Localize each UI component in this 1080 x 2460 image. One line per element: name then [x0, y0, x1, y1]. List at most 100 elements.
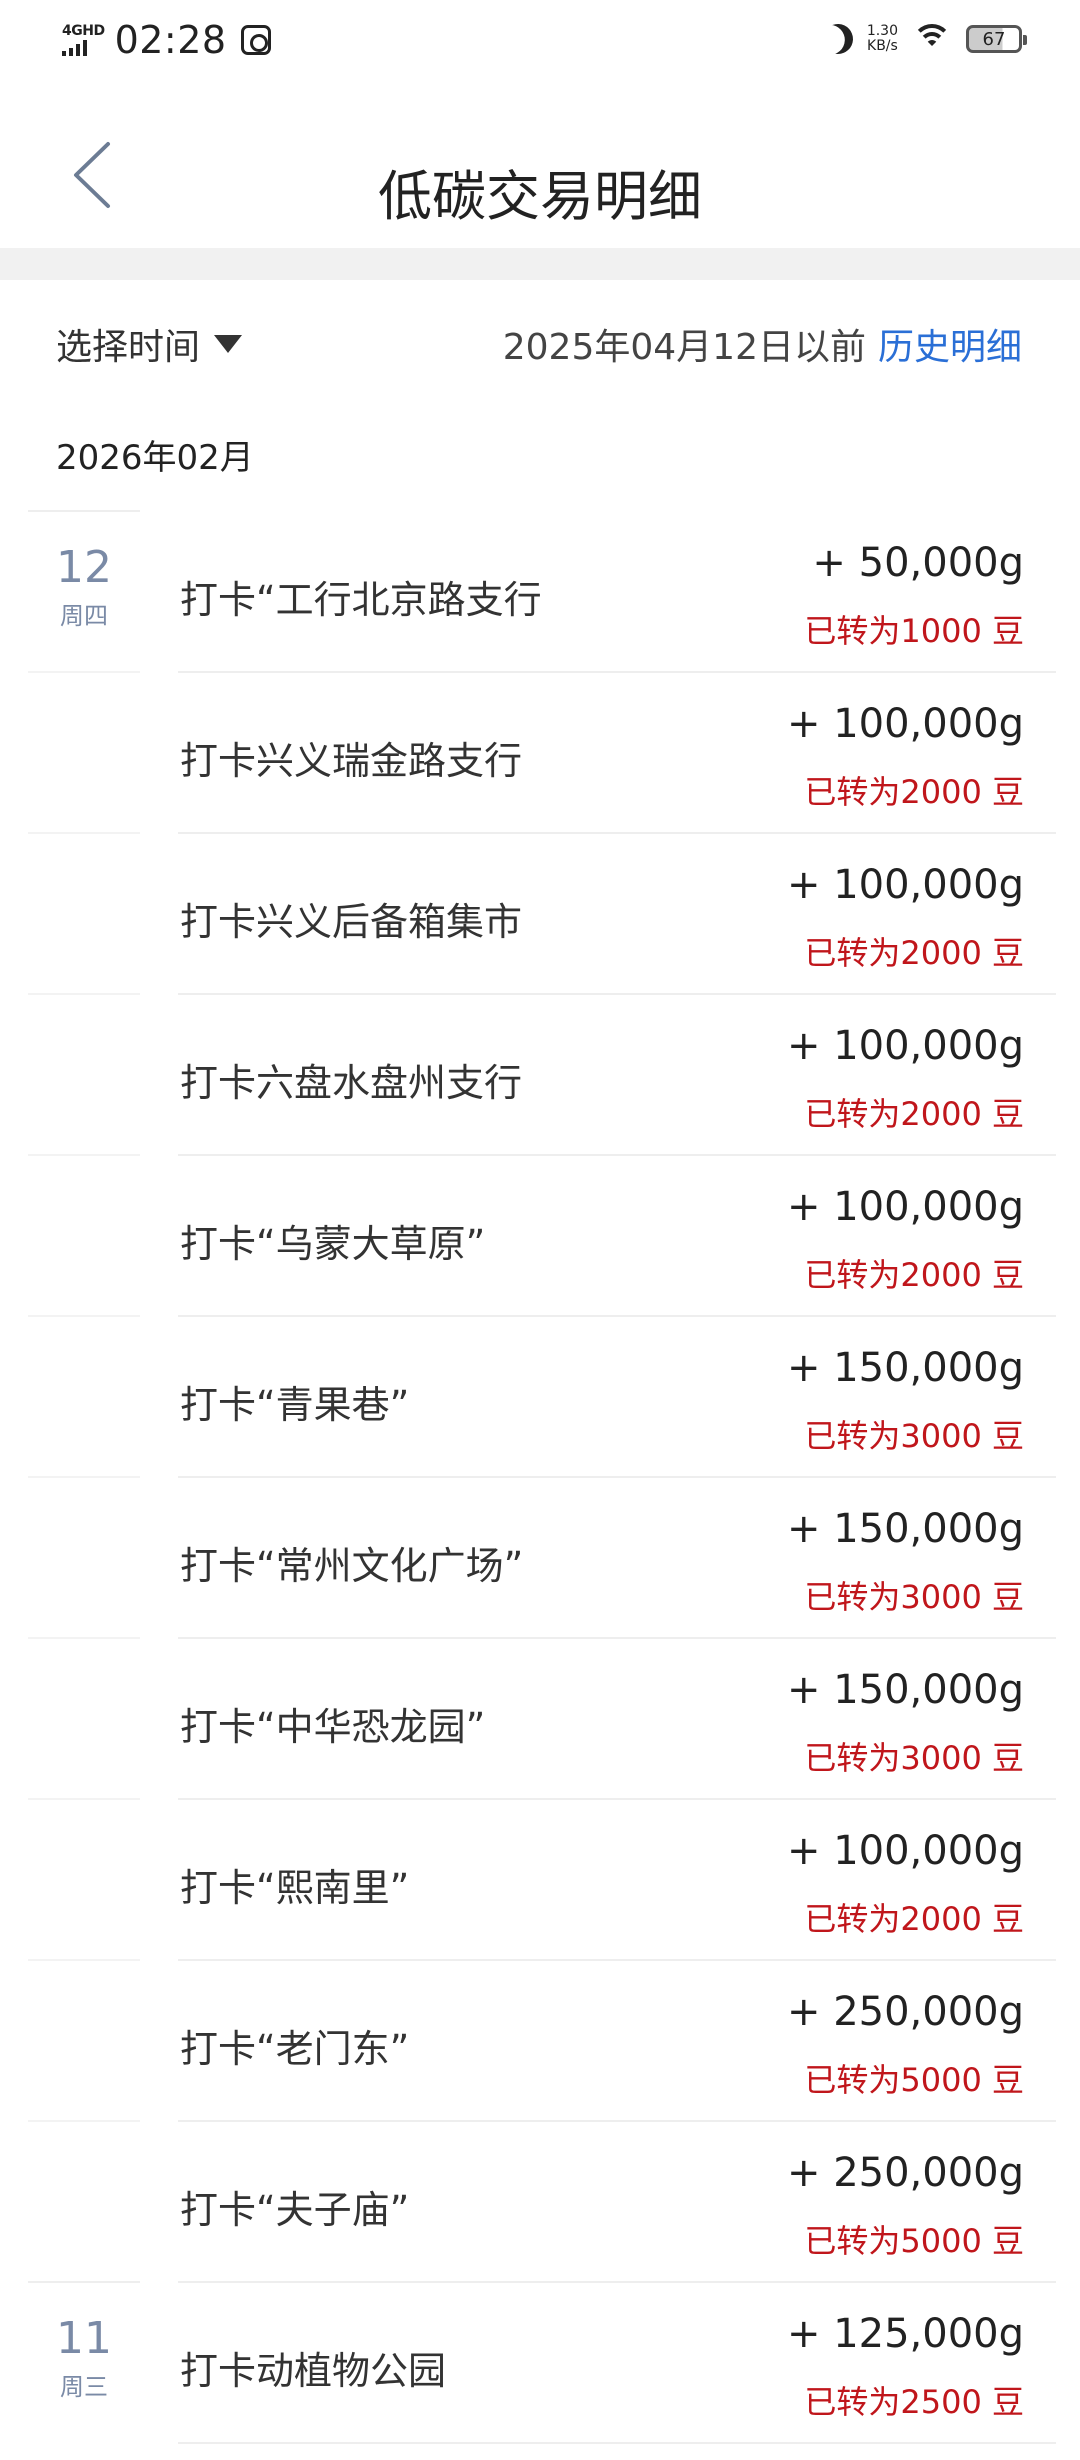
record-amount: + 250,000g [786, 2150, 1024, 2196]
record-converted: 已转为2000 豆 [804, 934, 1024, 972]
record-content: 打卡动植物公园 + 125,000g 已转为2500 豆 [178, 2281, 1056, 2442]
record-content: 打卡兴义后备箱集市 + 100,000g 已转为2000 豆 [178, 832, 1056, 993]
record-date [28, 1315, 140, 1476]
record-amount: + 100,000g [786, 1023, 1024, 1069]
record-amount: + 100,000g [786, 1184, 1024, 1230]
record-day: 12 [56, 542, 112, 593]
record-title: 打卡“常州文化广场” [180, 1544, 524, 1588]
filter-row: 选择时间 2025年04月12日以前 历史明细 [0, 300, 1080, 390]
select-time-dropdown[interactable]: 选择时间 [56, 318, 243, 370]
record-row[interactable]: 打卡六盘水盘州支行 + 100,000g 已转为2000 豆 [0, 993, 1080, 1154]
record-converted: 已转为3000 豆 [804, 1417, 1024, 1455]
select-time-label: 选择时间 [56, 327, 201, 368]
record-amount: + 250,000g [786, 1989, 1024, 2035]
record-converted: 已转为5000 豆 [804, 2061, 1024, 2099]
record-date: 12 周四 [28, 510, 140, 671]
record-title: 打卡“熙南里” [180, 1866, 410, 1910]
record-amount: + 100,000g [786, 862, 1024, 908]
record-date [28, 1154, 140, 1315]
record-row[interactable]: 打卡“常州文化广场” + 150,000g 已转为3000 豆 [0, 1476, 1080, 1637]
header: 低碳交易明细 [0, 100, 1080, 248]
record-date [28, 671, 140, 832]
record-converted: 已转为2000 豆 [804, 773, 1024, 811]
record-content: 打卡“青果巷” + 150,000g 已转为3000 豆 [178, 1315, 1056, 1476]
record-title: 打卡“老门东” [180, 2027, 410, 2071]
record-title: 打卡“夫子庙” [180, 2188, 410, 2232]
history-section: 2025年04月12日以前 历史明细 [503, 318, 1022, 370]
record-converted: 已转为1000 豆 [804, 612, 1024, 650]
network-speed: 1.30 KB/s [867, 24, 898, 54]
record-date [28, 993, 140, 1154]
record-row[interactable]: 打卡“中华恐龙园” + 150,000g 已转为3000 豆 [0, 1637, 1080, 1798]
notification-app-icon [240, 25, 271, 55]
record-converted: 已转为2500 豆 [804, 2383, 1024, 2421]
record-weekday: 周四 [60, 602, 108, 630]
record-list: 12 周四 打卡“工行北京路支行 + 50,000g 已转为1000 豆打卡兴义瑞金路支… [0, 510, 1080, 2444]
status-bar-left: 4GHD 02:28 [62, 18, 271, 62]
network-type: 4GHD [62, 23, 105, 39]
record-amount: + 150,000g [786, 1345, 1024, 1391]
before-date-text: 2025年04月12日以前 [502, 327, 866, 368]
record-content: 打卡“工行北京路支行 + 50,000g 已转为1000 豆 [178, 510, 1056, 671]
record-converted: 已转为2000 豆 [804, 1256, 1024, 1294]
battery-icon: 67 [966, 25, 1027, 53]
record-date [28, 1476, 140, 1637]
status-time: 02:28 [114, 18, 227, 62]
record-converted: 已转为5000 豆 [804, 2222, 1024, 2260]
record-amount: + 125,000g [786, 2311, 1024, 2357]
list-divider [178, 2442, 1056, 2444]
record-content: 打卡六盘水盘州支行 + 100,000g 已转为2000 豆 [178, 993, 1056, 1154]
record-row[interactable]: 打卡兴义后备箱集市 + 100,000g 已转为2000 豆 [0, 832, 1080, 993]
record-weekday: 周三 [60, 2373, 108, 2401]
record-amount: + 150,000g [786, 1506, 1024, 1552]
network-speed-unit: KB/s [867, 38, 898, 54]
record-converted: 已转为3000 豆 [804, 1578, 1024, 1616]
record-title: 打卡六盘水盘州支行 [180, 1061, 523, 1105]
record-row[interactable]: 打卡“乌蒙大草原” + 100,000g 已转为2000 豆 [0, 1154, 1080, 1315]
record-title: 打卡动植物公园 [180, 2349, 447, 2393]
record-date: 11 周三 [28, 2281, 140, 2442]
record-date [28, 1959, 140, 2120]
page-title: 低碳交易明细 [378, 165, 702, 228]
record-title: 打卡兴义后备箱集市 [180, 900, 523, 944]
status-bar-right: 1.30 KB/s 67 [823, 24, 1027, 54]
record-date [28, 1798, 140, 1959]
record-row[interactable]: 打卡“熙南里” + 100,000g 已转为2000 豆 [0, 1798, 1080, 1959]
record-content: 打卡兴义瑞金路支行 + 100,000g 已转为2000 豆 [178, 671, 1056, 832]
record-title: 打卡“乌蒙大草原” [180, 1222, 486, 1266]
record-row[interactable]: 12 周四 打卡“工行北京路支行 + 50,000g 已转为1000 豆 [0, 510, 1080, 671]
record-content: 打卡“夫子庙” + 250,000g 已转为5000 豆 [178, 2120, 1056, 2281]
record-content: 打卡“老门东” + 250,000g 已转为5000 豆 [178, 1959, 1056, 2120]
record-date [28, 1637, 140, 1798]
record-row[interactable]: 打卡兴义瑞金路支行 + 100,000g 已转为2000 豆 [0, 671, 1080, 832]
triangle-down-icon [214, 335, 243, 353]
do-not-disturb-moon-icon [819, 20, 857, 58]
record-title: 打卡兴义瑞金路支行 [180, 739, 523, 783]
record-content: 打卡“中华恐龙园” + 150,000g 已转为3000 豆 [178, 1637, 1056, 1798]
record-row[interactable]: 打卡“青果巷” + 150,000g 已转为3000 豆 [0, 1315, 1080, 1476]
record-row[interactable]: 打卡“老门东” + 250,000g 已转为5000 豆 [0, 1959, 1080, 2120]
record-converted: 已转为2000 豆 [804, 1900, 1024, 1938]
record-content: 打卡“熙南里” + 100,000g 已转为2000 豆 [178, 1798, 1056, 1959]
record-row[interactable]: 11 周三 打卡动植物公园 + 125,000g 已转为2500 豆 [0, 2281, 1080, 2442]
record-content: 打卡“常州文化广场” + 150,000g 已转为3000 豆 [178, 1476, 1056, 1637]
record-title: 打卡“工行北京路支行 [180, 578, 542, 622]
record-converted: 已转为3000 豆 [804, 1739, 1024, 1777]
record-date [28, 2120, 140, 2281]
record-title: 打卡“中华恐龙园” [180, 1705, 486, 1749]
history-details-link[interactable]: 历史明细 [878, 318, 1022, 370]
record-date [28, 832, 140, 993]
record-converted: 已转为2000 豆 [804, 1095, 1024, 1133]
wifi-icon [912, 24, 952, 54]
network-speed-value: 1.30 [866, 23, 898, 39]
month-heading: 2026年02月 [56, 438, 254, 478]
header-separator [0, 248, 1080, 280]
record-day: 11 [56, 2313, 112, 2364]
status-bar: 4GHD 02:28 1.30 KB/s 67 [0, 0, 1080, 82]
record-amount: + 150,000g [786, 1667, 1024, 1713]
record-content: 打卡“乌蒙大草原” + 100,000g 已转为2000 豆 [178, 1154, 1056, 1315]
record-amount: + 100,000g [786, 1828, 1024, 1874]
record-title: 打卡“青果巷” [180, 1383, 410, 1427]
record-row[interactable]: 打卡“夫子庙” + 250,000g 已转为5000 豆 [0, 2120, 1080, 2281]
record-amount: + 100,000g [786, 701, 1024, 747]
